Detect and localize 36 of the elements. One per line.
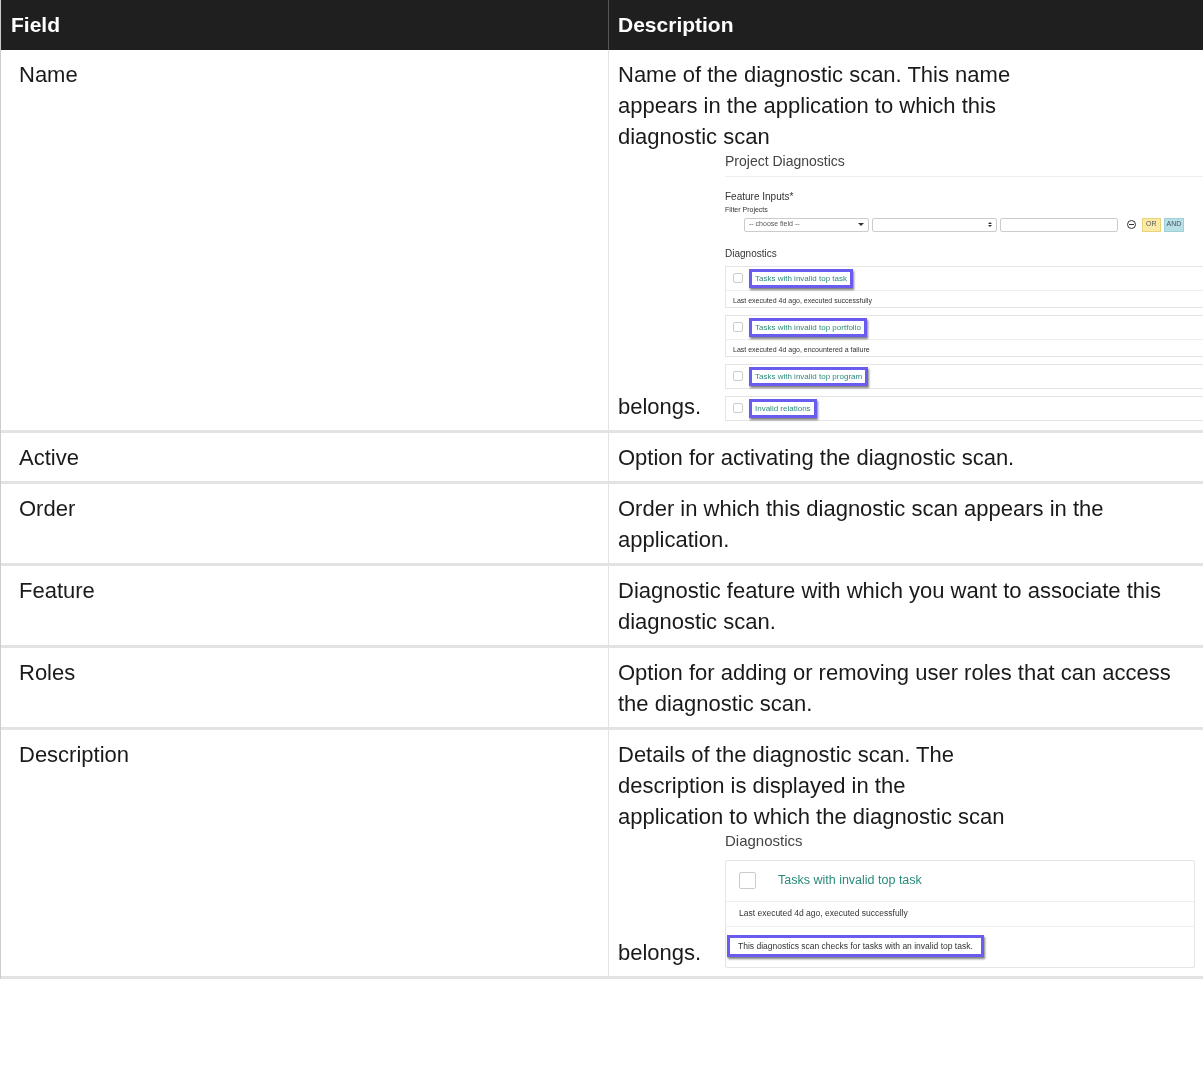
field-name: Description — [19, 741, 130, 767]
field-name: Roles — [19, 659, 76, 685]
field-name: Feature — [19, 577, 95, 603]
checkbox[interactable] — [733, 322, 743, 332]
column-header: Field — [11, 12, 60, 39]
field-name: Order — [19, 495, 76, 521]
description-text: Name of the diagnostic scan. This name appears in the application to which this diagnostic scan — [618, 61, 1012, 151]
description-text: belongs. — [618, 939, 703, 968]
description-text: Option for adding or removing user roles that can access the diagnostic scan. — [618, 658, 1172, 718]
diagnostic-link[interactable]: Invalid relations — [749, 398, 817, 418]
diagnostic-link[interactable]: Tasks with invalid top portfolio — [749, 317, 867, 337]
page-title: Project Diagnostics — [725, 152, 1203, 177]
field-name: Active — [19, 444, 79, 470]
checkbox[interactable] — [733, 403, 743, 413]
checkbox[interactable] — [733, 273, 743, 283]
description-text: Diagnostic feature with which you want to associate this diagnostic scan. — [618, 576, 1162, 636]
checkbox[interactable] — [733, 371, 743, 381]
status-text: Last executed 4d ago, executed successfully — [739, 907, 908, 920]
input-field[interactable] — [1000, 217, 1118, 232]
column-header: Description — [618, 12, 734, 39]
stepper-icon — [988, 222, 992, 227]
description-text: This diagnostics scan checks for tasks with an invalid top task. — [727, 934, 984, 958]
diagnostic-link[interactable]: Tasks with invalid top program — [749, 366, 869, 386]
field-name: Name — [19, 62, 78, 87]
section-label: Feature Inputs* — [725, 190, 795, 204]
diagnostic-link[interactable]: Tasks with invalid top task — [778, 871, 922, 890]
diagnostic-link[interactable]: Tasks with invalid top task — [749, 268, 854, 288]
select-field[interactable] — [872, 217, 997, 232]
description-text: belongs. — [618, 392, 703, 421]
description-text: Option for activating the diagnostic scan. — [618, 443, 1016, 472]
caret-icon — [858, 223, 864, 226]
section-title: Diagnostics — [725, 246, 778, 261]
checkbox[interactable] — [739, 872, 756, 889]
section-title: Diagnostics — [725, 831, 804, 850]
description-text: Details of the diagnostic scan. The description is displayed in the application to which the diagnostic scan — [618, 740, 1006, 831]
description-text: Order in which this diagnostic scan appears in the application. — [618, 494, 1105, 554]
